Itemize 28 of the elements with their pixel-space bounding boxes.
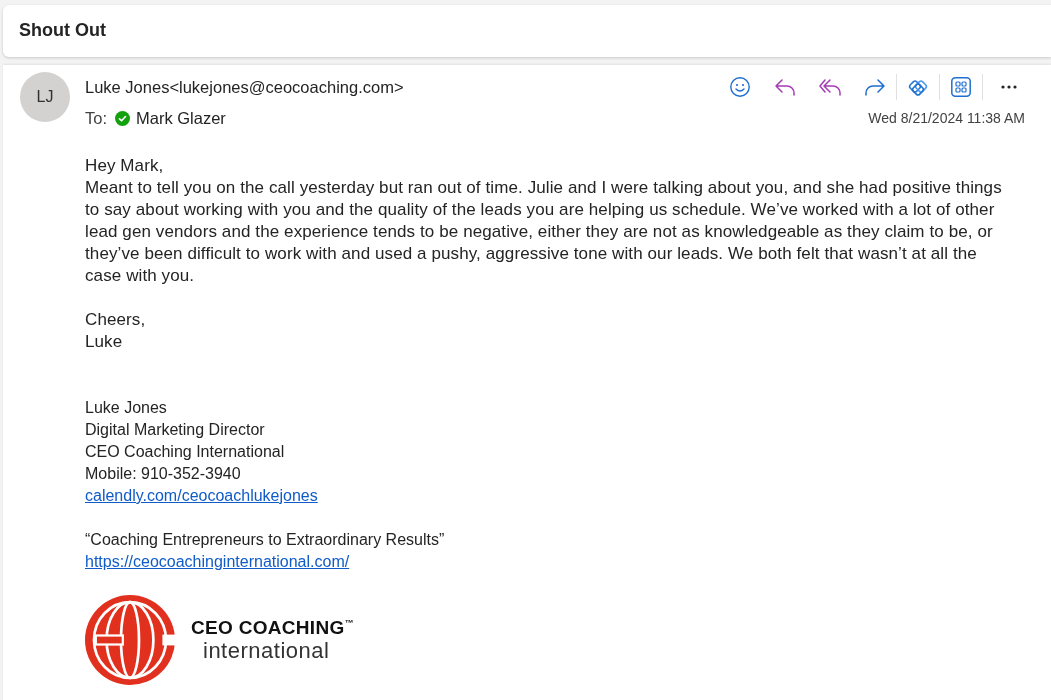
signature-line: Luke Jones: [85, 398, 167, 418]
recipient-name[interactable]: Mark Glazer: [136, 105, 226, 131]
forward-arrow-icon: [865, 78, 885, 96]
reply-all-arrow-icon: [819, 78, 841, 96]
sender-name: Luke Jones<lukejones@ceocoaching.com>: [85, 76, 404, 98]
signature-line: CEO Coaching International: [85, 442, 285, 462]
message-paragraph: Meant to tell you on the call yesterday but ran out of time. Julie and I were talking about you, and she had positive things to say about working with you and the quality of the leads you are helping us schedule. We’ve worked with a lot of other lead gen vendors and the experience tends to be negative, either they are not as knowledgeable as they claim to be, or they’ve been difficult to work with and used a pushy, aggressive tone with our leads. We both felt that wasn’t at all the case with you.: [85, 177, 1003, 287]
smiley-icon: [730, 77, 750, 97]
check-circle-icon: [115, 110, 130, 126]
logo-subline: international: [203, 639, 330, 663]
signature-line: Digital Marketing Director: [85, 420, 265, 440]
signoff-text: Luke: [85, 331, 123, 353]
calendar-link[interactable]: calendly.com/ceocoachlukejones: [85, 487, 318, 504]
logo-wordmark: CEO COACHING$^{™}$: [191, 617, 354, 639]
subject-title: Shout Out: [19, 20, 106, 42]
globe-logo-icon: [85, 595, 175, 685]
signature-line: Mobile: 910-352-3940: [85, 464, 241, 484]
reply-arrow-icon: [775, 78, 795, 96]
rhombus-pair-icon: [907, 77, 929, 97]
more-icon: [1001, 85, 1017, 89]
grid-icon: [951, 77, 971, 97]
avatar: LJ: [20, 72, 70, 122]
sent-date: Wed 8/21/2024 11:38 AM: [868, 108, 1025, 128]
signature-quote: “Coaching Entrepreneurs to Extraordinary Results”: [85, 530, 445, 550]
to-label: To:: [85, 107, 107, 129]
website-link[interactable]: https://ceocoachinginternational.com/: [85, 553, 350, 570]
greeting-text: Hey Mark,: [85, 155, 164, 177]
closing-text: Cheers,: [85, 309, 146, 331]
